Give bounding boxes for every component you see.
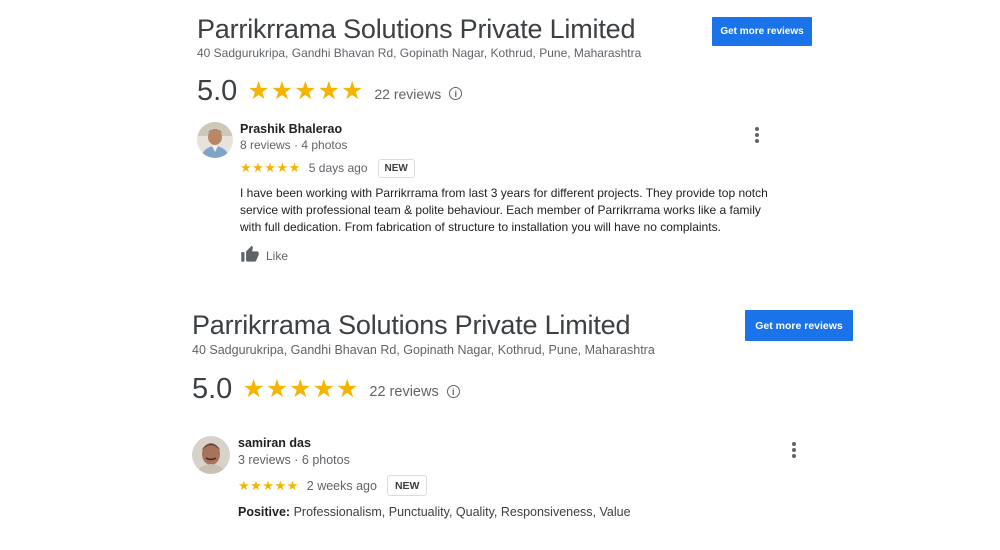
review-age: 2 weeks ago [306, 478, 377, 493]
positive-values: Professionalism, Punctuality, Quality, R… [290, 505, 631, 519]
review-stars: ★★★★★ [240, 160, 301, 175]
business-address: 40 Sadgurukripa, Gandhi Bhavan Rd, Gopin… [197, 46, 642, 60]
business-name: Parrikrrama Solutions Private Limited [192, 310, 631, 340]
business-name: Parrikrrama Solutions Private Limited [197, 14, 636, 44]
review-stars: ★★★★★ [238, 477, 299, 493]
rating-value: 5.0 [192, 372, 233, 405]
rating-stars: ★★★★★ [242, 375, 360, 403]
more-options-icon[interactable] [755, 127, 759, 143]
avatar[interactable] [197, 122, 233, 158]
avatar-photo [197, 122, 233, 158]
thumbs-up-icon [241, 245, 259, 262]
avatar-photo [192, 436, 230, 474]
reviewer-name[interactable]: samiran das [238, 436, 311, 450]
review-count[interactable]: 22 reviews [369, 384, 438, 400]
review-age: 5 days ago [308, 161, 368, 175]
positive-label: Positive: [238, 505, 291, 519]
new-badge: NEW [377, 158, 415, 178]
review-text: I have been working with Parrikrrama fro… [240, 186, 768, 234]
get-more-reviews-button[interactable]: Get more reviews [712, 17, 812, 46]
review-positive-attributes: Positive: Professionalism, Punctuality, … [238, 505, 631, 519]
like-button[interactable]: Like [240, 244, 288, 264]
info-icon[interactable]: i [446, 385, 460, 398]
review-rating: ★★★★★ 2 weeks ago NEW [238, 475, 428, 496]
rating-stars: ★★★★★ [247, 77, 365, 105]
new-badge: NEW [386, 475, 428, 496]
reviewer-meta: 8 reviews · 4 photos [240, 138, 348, 152]
rating-value: 5.0 [197, 74, 238, 107]
review-rating: ★★★★★ 5 days ago NEW [240, 158, 415, 178]
info-icon[interactable]: i [449, 87, 463, 100]
avatar[interactable] [192, 436, 230, 474]
review-count[interactable]: 22 reviews [374, 86, 441, 102]
business-address: 40 Sadgurukripa, Gandhi Bhavan Rd, Gopin… [192, 343, 655, 357]
reviewer-meta: 3 reviews · 6 photos [238, 453, 350, 467]
review-card-1: Parrikrrama Solutions Private Limited 40… [0, 0, 1000, 290]
like-label: Like [266, 248, 289, 263]
rating-summary: 5.0 ★★★★★ 22 reviews i [192, 372, 460, 406]
more-options-icon[interactable] [792, 442, 796, 458]
review-card-2: Parrikrrama Solutions Private Limited 40… [0, 290, 1000, 550]
reviewer-name[interactable]: Prashik Bhalerao [240, 122, 342, 136]
rating-summary: 5.0 ★★★★★ 22 reviews i [197, 74, 463, 108]
get-more-reviews-button[interactable]: Get more reviews [745, 310, 853, 341]
